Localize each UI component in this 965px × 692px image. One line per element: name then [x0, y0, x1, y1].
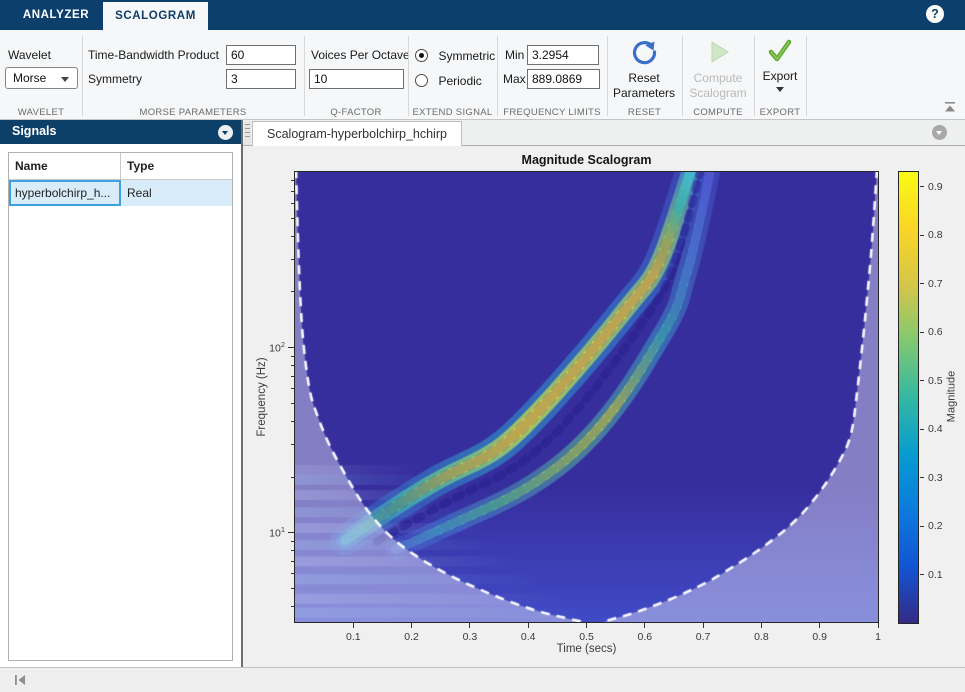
compute-button-line2: Scalogram [686, 86, 750, 101]
document-tab-menu-icon[interactable] [932, 125, 947, 140]
freq-max-label: Max [503, 72, 526, 86]
section-divider [408, 36, 409, 116]
tbp-label: Time-Bandwidth Product [88, 48, 219, 62]
tab-scalogram-document[interactable]: Scalogram-hyperbolchirp_hchirp [252, 121, 462, 146]
section-divider [682, 36, 683, 116]
freq-min-input[interactable] [527, 45, 599, 65]
freq-max-input[interactable] [527, 69, 600, 89]
tab-analyzer[interactable]: ANALYZER [20, 0, 92, 30]
section-divider [806, 36, 807, 116]
compute-scalogram-button[interactable]: Compute Scalogram [686, 38, 750, 108]
export-button[interactable]: Export [757, 38, 803, 108]
section-divider [82, 36, 83, 116]
signals-panel-body: Name Type hyperbolchirp_h... Real [0, 144, 241, 667]
radio-periodic-circle[interactable] [415, 74, 428, 87]
checkmark-icon [767, 38, 793, 64]
tab-scalogram[interactable]: SCALOGRAM [103, 2, 208, 30]
section-caption-wavelet: WAVELET [0, 107, 82, 118]
status-bar [0, 667, 965, 692]
collapse-ribbon-icon[interactable] [943, 101, 957, 114]
radio-symmetric-label: Symmetric [438, 49, 495, 63]
section-caption-compute: COMPUTE [682, 107, 754, 118]
panel-divider[interactable] [241, 120, 243, 692]
column-header-type: Type [121, 153, 232, 179]
freq-min-label: Min [505, 48, 524, 62]
radio-periodic-label: Periodic [438, 74, 481, 88]
table-row-signal[interactable]: hyperbolchirp_h... Real [9, 180, 232, 206]
radio-symmetric[interactable]: Symmetric [415, 47, 495, 61]
symmetry-input[interactable] [226, 69, 296, 89]
section-divider [304, 36, 305, 116]
chevron-down-icon [776, 87, 784, 92]
column-header-name: Name [9, 153, 121, 179]
section-divider [754, 36, 755, 116]
signal-type-cell[interactable]: Real [121, 180, 232, 206]
scalogram-heatmap-canvas[interactable] [294, 171, 879, 623]
panel-resize-grip[interactable] [244, 121, 251, 145]
section-caption-export: EXPORT [754, 107, 806, 118]
section-caption-morse-parameters: MORSE PARAMETERS [82, 107, 304, 118]
chevron-down-icon [61, 77, 69, 82]
signals-panel-menu-icon[interactable] [218, 125, 233, 140]
export-button-label: Export [757, 69, 803, 84]
wavelet-label: Wavelet [8, 48, 51, 62]
voices-per-octave-label: Voices Per Octave [311, 48, 410, 62]
toolstrip-tab-bar: ANALYZER SCALOGRAM ? [0, 0, 965, 30]
play-icon [704, 38, 732, 66]
voices-per-octave-input[interactable] [309, 69, 404, 89]
collapse-panel-left-icon[interactable] [12, 673, 28, 687]
wavelet-dropdown[interactable]: Morse [5, 67, 78, 89]
section-caption-extend-signal: EXTEND SIGNAL [408, 107, 497, 118]
signal-name-cell[interactable]: hyperbolchirp_h... [9, 180, 121, 206]
wavelet-time-frequency-analyzer-app: ANALYZER SCALOGRAM ? Wavelet Morse WAVEL… [0, 0, 965, 692]
radio-periodic[interactable]: Periodic [415, 72, 482, 86]
document-tab-strip: Scalogram-hyperbolchirp_hchirp [243, 120, 965, 146]
signals-table-header: Name Type [9, 153, 232, 180]
help-icon[interactable]: ? [926, 5, 944, 23]
signals-panel-title: Signals [12, 124, 56, 138]
scalogram-toolstrip: Wavelet Morse WAVELET Time-Bandwidth Pro… [0, 30, 965, 120]
compute-button-line1: Compute [686, 71, 750, 86]
reset-button-line2: Parameters [612, 86, 676, 101]
reset-icon [630, 38, 658, 66]
signals-table: Name Type hyperbolchirp_h... Real [8, 152, 233, 661]
wavelet-dropdown-value: Morse [13, 71, 46, 85]
section-divider [497, 36, 498, 116]
section-caption-qfactor: Q-FACTOR [304, 107, 408, 118]
section-caption-reset: RESET [607, 107, 682, 118]
section-caption-frequency-limits: FREQUENCY LIMITS [497, 107, 607, 118]
reset-button-line1: Reset [612, 71, 676, 86]
section-divider [607, 36, 608, 116]
tbp-input[interactable] [226, 45, 296, 65]
radio-symmetric-circle[interactable] [415, 49, 428, 62]
symmetry-label: Symmetry [88, 72, 142, 86]
reset-parameters-button[interactable]: Reset Parameters [612, 38, 676, 108]
signals-panel-header: Signals [0, 120, 241, 144]
